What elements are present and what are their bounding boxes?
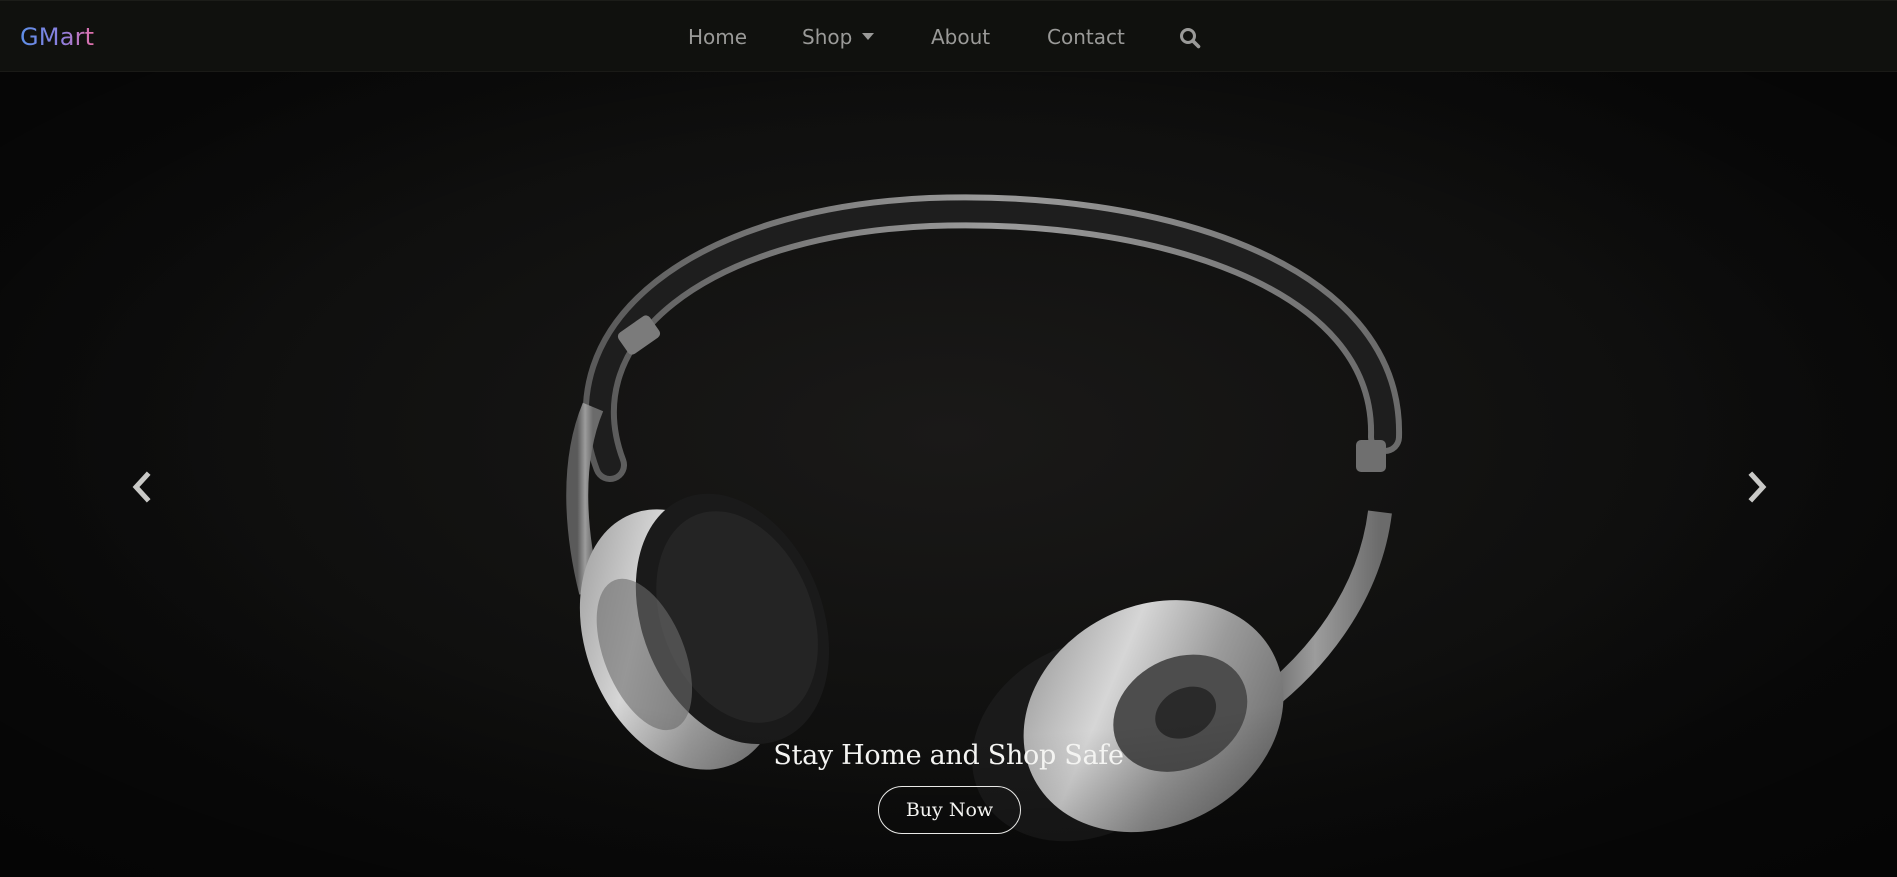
chevron-right-icon (1748, 471, 1767, 503)
chevron-down-icon (862, 33, 875, 40)
carousel-prev-button[interactable] (122, 462, 162, 512)
nav-contact-link[interactable]: Contact (1047, 22, 1125, 52)
chevron-left-icon (132, 471, 151, 503)
nav-shop-label: Shop (802, 25, 853, 49)
nav-home-link[interactable]: Home (688, 22, 747, 52)
nav-about-link[interactable]: About (931, 22, 990, 52)
nav-links: Home Shop About Contact (0, 1, 1897, 73)
carousel-next-button[interactable] (1737, 462, 1777, 512)
nav-shop-dropdown[interactable]: Shop (802, 22, 875, 52)
navbar: GMart Home Shop About Contact (0, 0, 1897, 72)
hero-carousel: Stay Home and Shop Safe Buy Now (0, 72, 1897, 877)
buy-now-button[interactable]: Buy Now (878, 786, 1021, 834)
hero-caption: Stay Home and Shop Safe (773, 740, 1124, 771)
search-icon[interactable] (1178, 26, 1202, 50)
